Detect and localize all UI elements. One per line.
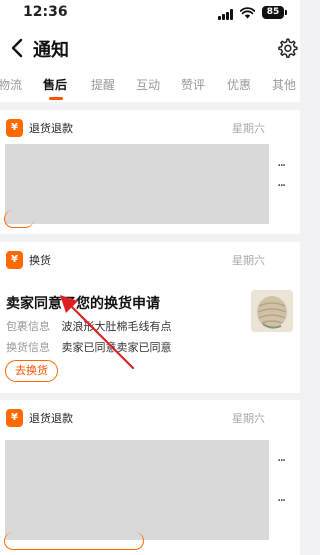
tab-interactions[interactable]: 互动 (136, 76, 160, 93)
yarn-image (251, 290, 293, 332)
info-label: 包裹信息 (6, 320, 50, 333)
card-day: 星期六 (232, 122, 265, 135)
tab-reviews[interactable]: 赞评 (181, 76, 205, 93)
shop-logo-icon: ¥ (6, 409, 23, 427)
status-bar: 12:36 85 (0, 0, 300, 26)
battery-tip (285, 10, 287, 15)
card-header: ¥ 退货退款 星期六 (0, 400, 300, 434)
back-arrow-icon[interactable] (4, 34, 32, 62)
notification-card[interactable]: ¥ 退货退款 星期六 ··· ··· (0, 400, 300, 555)
go-exchange-button[interactable]: 去换货 (5, 360, 58, 382)
signal-icon (218, 9, 235, 20)
redacted-content (5, 144, 269, 224)
card-type: 退货退款 (29, 412, 73, 425)
notification-card[interactable]: ¥ 退货退款 星期六 ··· ··· (0, 110, 300, 234)
top-bar: 通知 (0, 26, 300, 70)
card-day: 星期六 (232, 412, 265, 425)
card-type: 换货 (29, 254, 51, 267)
tab-other[interactable]: 其他 (272, 76, 296, 93)
redacted-content (5, 440, 269, 540)
card-type: 退货退款 (29, 122, 73, 135)
tab-reminders[interactable]: 提醒 (91, 76, 115, 93)
gear-icon[interactable] (276, 37, 298, 59)
card-header: ¥ 换货 星期六 (0, 242, 300, 276)
card-day: 星期六 (232, 254, 265, 267)
status-time: 12:36 (23, 4, 68, 20)
action-button-partial[interactable] (4, 532, 144, 550)
more-dots-icon[interactable]: ··· (277, 179, 286, 193)
product-thumbnail[interactable] (251, 290, 293, 332)
shop-logo-icon: ¥ (6, 251, 23, 269)
action-button-partial[interactable] (4, 210, 34, 228)
page-title: 通知 (33, 40, 69, 61)
tab-offers[interactable]: 优惠 (227, 76, 251, 93)
card-header: ¥ 退货退款 星期六 (0, 110, 300, 144)
more-dots-icon[interactable]: ··· (277, 454, 286, 468)
battery-icon: 85 (262, 6, 284, 19)
info-label: 换货信息 (6, 341, 50, 354)
notification-card[interactable]: ¥ 换货 星期六 卖家同意了您的换货申请 包裹信息 波浪形大肚棉毛线有点 换货信… (0, 242, 300, 393)
category-tabs: 物流 售后 提醒 互动 赞评 优惠 其他 (0, 70, 300, 102)
annotation-arrow (60, 295, 135, 370)
more-dots-icon[interactable]: ··· (277, 494, 286, 508)
tab-after-sales[interactable]: 售后 (43, 76, 67, 93)
more-dots-icon[interactable]: ··· (277, 159, 286, 173)
active-tab-indicator (49, 97, 63, 100)
shop-logo-icon: ¥ (6, 119, 23, 137)
tab-logistics[interactable]: 物流 (0, 76, 22, 93)
wifi-icon (240, 7, 255, 19)
